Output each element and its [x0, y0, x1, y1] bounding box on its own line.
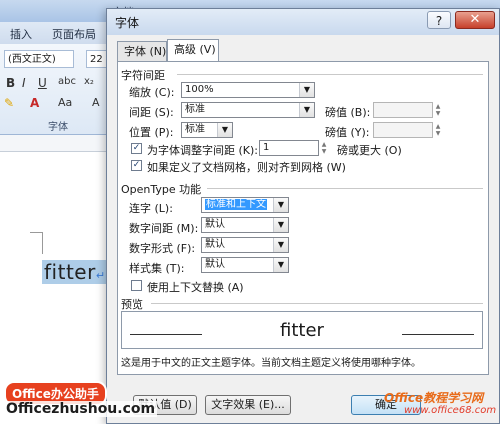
chevron-down-icon: ▼ [273, 238, 288, 252]
stylistic-sets-label: 样式集 (T): [129, 262, 185, 275]
ribbon-group-font-label: 字体 [48, 122, 68, 133]
change-case-icon[interactable]: Aa [58, 96, 72, 109]
number-spacing-dropdown[interactable]: 默认 ▼ [201, 217, 289, 233]
paragraph-mark-icon: ↵ [95, 269, 106, 282]
kerning-value: 1 [263, 142, 270, 153]
spacing-label: 间距 (S): [129, 106, 174, 119]
spacing-by-input[interactable] [373, 102, 433, 118]
dialog-titlebar[interactable]: 字体 ? ✕ [107, 9, 499, 35]
watermark-site-url: www.office68.com [404, 405, 497, 416]
font-name-box[interactable]: (西文正文) [4, 50, 74, 68]
highlight-icon[interactable]: ✎ [4, 96, 14, 110]
subscript-icon[interactable]: x₂ [84, 76, 94, 87]
spacing-dropdown[interactable]: 标准 ▼ [181, 102, 315, 118]
number-forms-label: 数字形式 (F): [129, 242, 196, 255]
underline-icon[interactable]: U [38, 76, 47, 90]
kerning-label: 为字体调整字间距 (K): [147, 144, 258, 157]
chevron-down-icon: ▼ [217, 123, 232, 137]
position-by-input[interactable] [373, 122, 433, 138]
section-preview: 预览 [121, 298, 143, 311]
char-border-icon[interactable]: A [92, 96, 100, 109]
watermark-left: Office办公助手 Officezhushou.com [0, 379, 158, 424]
spacing-by-label: 磅值 (B): [325, 106, 371, 119]
kerning-suffix: 磅或更大 (O) [337, 144, 402, 157]
close-button[interactable]: ✕ [455, 11, 495, 29]
position-by-label: 磅值 (Y): [325, 126, 370, 139]
number-forms-value: 默认 [205, 239, 225, 250]
strikethrough-icon[interactable]: abc [58, 76, 76, 87]
preview-box: fitter [121, 311, 483, 349]
contextual-alternates-checkbox[interactable] [131, 280, 142, 291]
kerning-spinner-icon[interactable]: ▲ ▼ [319, 141, 329, 155]
tab-font[interactable]: 字体 (N) [117, 41, 167, 61]
snap-to-grid-checkbox[interactable]: ✓ [131, 160, 142, 171]
watermark-right: Office教程学习网 www.office68.com [384, 389, 500, 424]
ribbon-tab-page-layout[interactable]: 页面布局 [52, 26, 96, 42]
chevron-down-icon: ▼ [273, 198, 288, 212]
ligatures-dropdown[interactable]: 标准和上下文 ▼ [201, 197, 289, 213]
italic-icon[interactable]: I [22, 76, 26, 90]
section-divider [151, 303, 483, 304]
stylistic-sets-value: 默认 [205, 259, 225, 270]
margin-mark-horizontal [30, 232, 43, 233]
tab-advanced[interactable]: 高级 (V) [167, 39, 219, 62]
number-spacing-value: 默认 [205, 219, 225, 230]
preview-note: 这是用于中文的正文主题字体。当前文档主题定义将使用哪种字体。 [121, 358, 421, 369]
ruler [0, 135, 108, 152]
number-spacing-label: 数字间距 (M): [129, 222, 199, 235]
section-character-spacing: 字符间距 [121, 69, 165, 82]
document-word: fitter [44, 260, 96, 284]
snap-to-grid-label: 如果定义了文档网格，则对齐到网格 (W) [147, 161, 346, 174]
contextual-alternates-label: 使用上下文替换 (A) [147, 281, 244, 294]
position-value: 标准 [185, 124, 205, 135]
preview-rule-right [402, 334, 474, 335]
font-color-icon[interactable]: A [30, 96, 39, 110]
watermark-url: Officezhushou.com [4, 401, 158, 417]
kerning-checkbox[interactable]: ✓ [131, 143, 142, 154]
spacing-by-spinner-icon[interactable]: ▲ ▼ [433, 103, 443, 117]
margin-mark [42, 232, 43, 254]
stylistic-sets-dropdown[interactable]: 默认 ▼ [201, 257, 289, 273]
text-effects-button[interactable]: 文字效果 (E)... [205, 395, 291, 415]
number-forms-dropdown[interactable]: 默认 ▼ [201, 237, 289, 253]
section-opentype: OpenType 功能 [121, 183, 202, 196]
spacing-value: 标准 [185, 104, 205, 115]
scale-value: 100% [185, 84, 214, 95]
kerning-input[interactable]: 1 [259, 140, 319, 156]
chevron-down-icon: ▼ [299, 83, 314, 97]
scale-dropdown[interactable]: 100% ▼ [181, 82, 315, 98]
chevron-down-icon: ▼ [273, 258, 288, 272]
dialog-title: 字体 [115, 16, 140, 30]
preview-sample: fitter [280, 320, 324, 341]
font-size-box[interactable]: 22 [86, 50, 108, 68]
ribbon-tab-insert[interactable]: 插入 [10, 26, 32, 42]
section-divider [177, 74, 483, 75]
ligatures-value: 标准和上下文 [205, 199, 267, 210]
bold-icon[interactable]: B [6, 76, 15, 90]
selected-document-text[interactable]: fitter↵ [42, 260, 108, 284]
scale-label: 缩放 (C): [129, 86, 175, 99]
position-by-spinner-icon[interactable]: ▲ ▼ [433, 123, 443, 137]
position-dropdown[interactable]: 标准 ▼ [181, 122, 233, 138]
help-button[interactable]: ? [427, 11, 451, 29]
section-divider [207, 188, 483, 189]
watermark-site-name: Office教程学习网 [384, 391, 484, 405]
position-label: 位置 (P): [129, 126, 174, 139]
chevron-down-icon: ▼ [299, 103, 314, 117]
font-dialog: 字体 ? ✕ 字体 (N) 高级 (V) 字符间距 缩放 (C): 100% ▼… [106, 8, 500, 424]
ligatures-label: 连字 (L): [129, 202, 173, 215]
chevron-down-icon: ▼ [273, 218, 288, 232]
